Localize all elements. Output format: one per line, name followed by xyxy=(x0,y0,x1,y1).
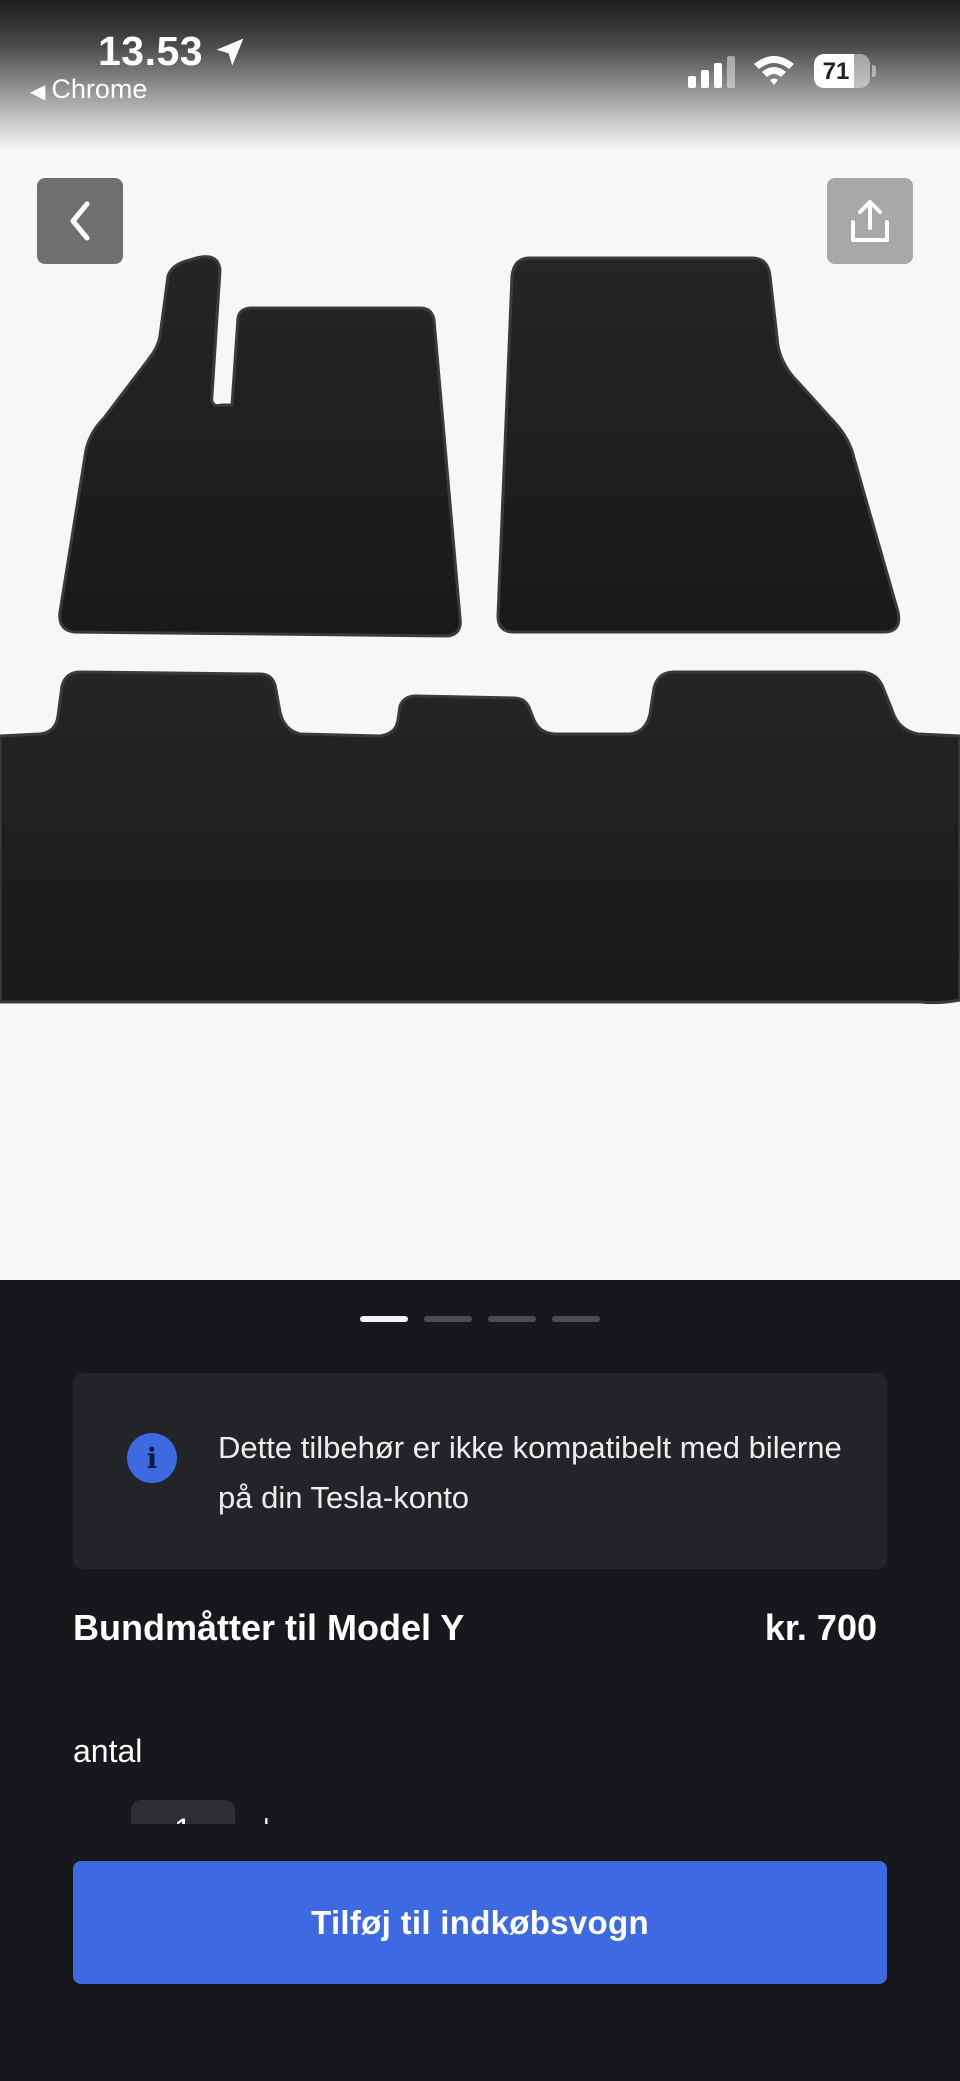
chevron-left-icon xyxy=(70,201,90,241)
back-button[interactable] xyxy=(37,178,123,264)
status-time: 13.53 xyxy=(98,28,204,74)
front-left-mat xyxy=(58,255,462,638)
image-pager[interactable] xyxy=(0,1316,960,1322)
product-title: Bundmåtter til Model Y xyxy=(73,1607,465,1648)
location-arrow-icon xyxy=(216,38,244,66)
battery-indicator: 71 xyxy=(814,54,876,88)
share-icon xyxy=(851,200,889,242)
battery-icon: 71 xyxy=(814,54,870,88)
share-button[interactable] xyxy=(827,178,913,264)
notice-message: Dette tilbehør er ikke kompatibelt med b… xyxy=(218,1430,842,1515)
cellular-signal-icon xyxy=(688,56,735,88)
floor-mats-image xyxy=(0,255,960,1005)
product-image-gallery[interactable]: 13.53 ◀ Chrome 71 xyxy=(0,0,960,1280)
quantity-label: antal xyxy=(73,1733,143,1769)
quantity-selector: - 1 + xyxy=(0,1790,960,1824)
compatibility-notice: i Dette tilbehør er ikke kompatibelt med… xyxy=(73,1373,887,1569)
product-price: kr. 700 xyxy=(764,1607,877,1648)
pager-dot[interactable] xyxy=(552,1316,600,1322)
pager-dot[interactable] xyxy=(488,1316,536,1322)
back-triangle-icon: ◀ xyxy=(30,81,46,103)
status-bar: 13.53 ◀ Chrome 71 xyxy=(0,0,960,150)
back-to-app-link[interactable]: ◀ Chrome xyxy=(30,74,147,105)
back-app-label: Chrome xyxy=(51,74,148,104)
front-right-mat xyxy=(496,256,901,634)
quantity-stepper[interactable]: 1 xyxy=(131,1800,235,1824)
rear-mat xyxy=(0,670,960,1005)
battery-level: 71 xyxy=(822,58,850,85)
quantity-decrease-button[interactable]: - xyxy=(80,1808,91,1824)
wifi-icon xyxy=(754,56,794,85)
add-to-cart-button[interactable]: Tilføj til indkøbsvogn xyxy=(73,1861,887,1984)
battery-nub xyxy=(872,65,876,77)
pager-dot[interactable] xyxy=(424,1316,472,1322)
pager-dot[interactable] xyxy=(360,1316,408,1322)
info-icon: i xyxy=(127,1433,177,1483)
quantity-increase-button[interactable]: + xyxy=(257,1808,276,1824)
